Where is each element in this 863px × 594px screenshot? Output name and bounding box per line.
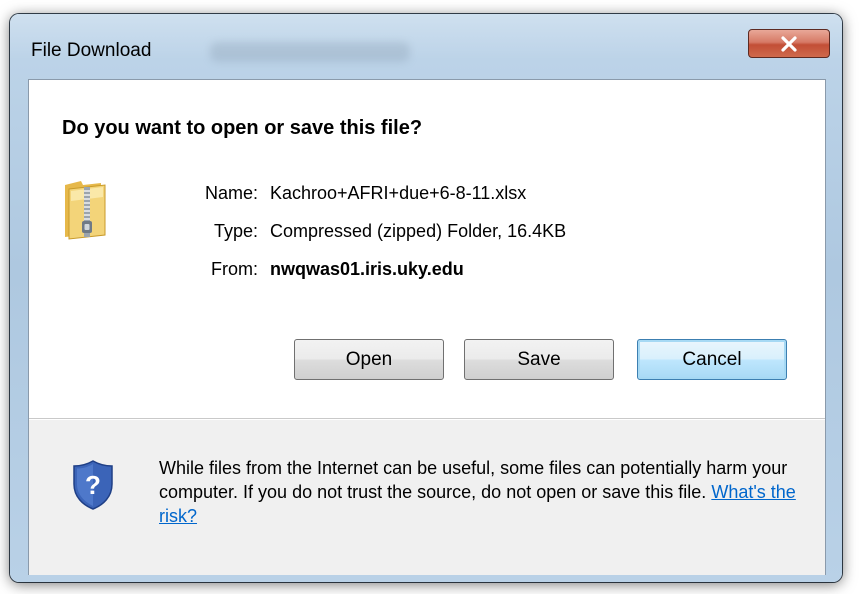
security-warning-message: While files from the Internet can be use… xyxy=(159,456,809,528)
open-button[interactable]: Open xyxy=(294,339,444,380)
file-source-value: nwqwas01.iris.uky.edu xyxy=(270,259,464,279)
title-bar[interactable]: File Download xyxy=(10,14,842,78)
file-name-row: Name: Kachroo+AFRI+due+6-8-11.xlsx xyxy=(29,183,629,207)
save-button[interactable]: Save xyxy=(464,339,614,380)
file-type-row: Type: Compressed (zipped) Folder, 16.4KB xyxy=(29,221,629,245)
dialog-main-panel: Do you want to open or save this file? N… xyxy=(29,80,825,419)
file-type-label: Type: xyxy=(213,221,258,241)
file-source-row: From: nwqwas01.iris.uky.edu xyxy=(29,259,629,283)
file-type-value: Compressed (zipped) Folder, 16.4KB xyxy=(270,221,567,241)
warning-text: While files from the Internet can be use… xyxy=(159,458,788,502)
file-name-value: Kachroo+AFRI+due+6-8-11.xlsx xyxy=(270,183,527,203)
svg-text:?: ? xyxy=(85,470,101,500)
close-button[interactable] xyxy=(748,29,830,58)
security-warning-panel: ? While files from the Internet can be u… xyxy=(29,419,825,575)
title-bar-background-blur xyxy=(210,42,410,62)
file-download-window: File Download Do you want to open or sav… xyxy=(10,14,842,582)
file-source-label: From: xyxy=(211,259,258,279)
file-name-label: Name: xyxy=(204,183,258,203)
dialog-question: Do you want to open or save this file? xyxy=(62,117,423,139)
window-title: File Download xyxy=(31,40,152,61)
close-icon xyxy=(781,35,797,52)
dialog-client-area: Do you want to open or save this file? N… xyxy=(28,79,826,575)
cancel-button[interactable]: Cancel xyxy=(637,339,787,380)
security-shield-question-icon: ? xyxy=(73,460,113,510)
